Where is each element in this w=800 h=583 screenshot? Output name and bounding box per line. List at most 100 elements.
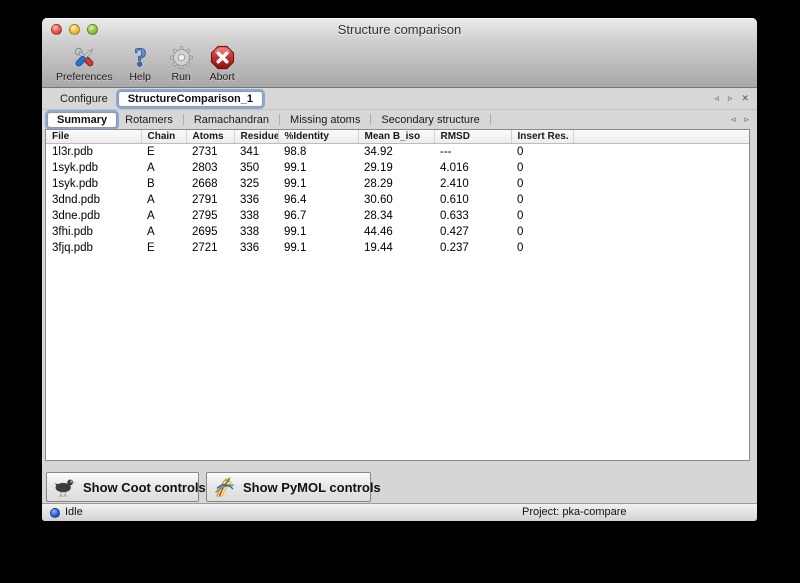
table-cell: 98.8 [278, 144, 358, 161]
pymol-ribbon-icon [213, 475, 237, 499]
column-header-rmsd[interactable]: RMSD [434, 130, 511, 144]
table-cell: 2731 [186, 144, 234, 161]
table-cell: 336 [234, 192, 278, 208]
subtab-missing-atoms[interactable]: Missing atoms [282, 114, 368, 126]
titlebar[interactable]: Structure comparison [42, 18, 757, 42]
tab-next-icon[interactable]: ▹ [728, 94, 733, 103]
toolbar-button-label: Help [129, 71, 151, 83]
toolbar-button-preferences[interactable]: Preferences [49, 42, 120, 83]
secondary-tab-bar: SummaryRotamers Ramachandran Missing atoms… [42, 110, 757, 129]
subtab-rotamers[interactable]: Rotamers [117, 114, 181, 126]
abort-stop-icon [209, 44, 236, 71]
table-row[interactable]: 1syk.pdbB266832599.128.292.4100 [46, 176, 749, 192]
table-row[interactable]: 1syk.pdbA280335099.129.194.0160 [46, 160, 749, 176]
table-cell: 0 [511, 160, 573, 176]
table-row[interactable]: 3fhi.pdbA269533899.144.460.4270 [46, 224, 749, 240]
table-cell [573, 160, 749, 176]
table-cell [573, 240, 749, 256]
table-cell: 0.633 [434, 208, 511, 224]
table-cell: 338 [234, 208, 278, 224]
table-cell: E [141, 144, 186, 161]
table-cell: 2795 [186, 208, 234, 224]
subtab-ramachandran[interactable]: Ramachandran [186, 114, 277, 126]
table-cell: 338 [234, 224, 278, 240]
tab-separator [370, 114, 371, 125]
table-cell: 28.29 [358, 176, 434, 192]
table-row[interactable]: 1l3r.pdbE273134198.834.92---0 [46, 144, 749, 161]
tab-prev-icon[interactable]: ◃ [714, 94, 719, 103]
subtab-secondary-structure[interactable]: Secondary structure [373, 114, 487, 126]
status-text: Idle [65, 504, 83, 521]
table-row[interactable]: 3dne.pdbA279533896.728.340.6330 [46, 208, 749, 224]
toolbar-button-help[interactable]: ?Help [120, 42, 161, 83]
table-cell: 1syk.pdb [46, 176, 141, 192]
table-cell: E [141, 240, 186, 256]
subtab-summary[interactable]: Summary [47, 112, 117, 128]
column-header-atoms[interactable]: Atoms [186, 130, 234, 144]
show-pymol-controls-button[interactable]: Show PyMOL controls [206, 472, 371, 502]
toolbar-button-run[interactable]: Run [161, 42, 202, 83]
column-header-insert-res[interactable]: Insert Res. [511, 130, 573, 144]
table-cell: 3fhi.pdb [46, 224, 141, 240]
toolbar-button-label: Run [171, 71, 190, 83]
table-cell: 0 [511, 224, 573, 240]
toolbar-button-label: Preferences [56, 71, 113, 83]
project-label: Project: pka-compare [522, 504, 627, 521]
svg-text:?: ? [134, 44, 147, 71]
table-cell: 0 [511, 208, 573, 224]
show-coot-controls-button[interactable]: Show Coot controls [46, 472, 199, 502]
table-cell: 2668 [186, 176, 234, 192]
tab-close-icon[interactable]: ✕ [741, 94, 749, 103]
table-cell: 2803 [186, 160, 234, 176]
table-row[interactable]: 3fjq.pdbE272133699.119.440.2370 [46, 240, 749, 256]
table-cell: 3fjq.pdb [46, 240, 141, 256]
table-cell: 1syk.pdb [46, 160, 141, 176]
tab-separator [490, 114, 491, 125]
tab-separator [279, 114, 280, 125]
subtab-prev-icon[interactable]: ◃ [731, 115, 736, 124]
column-header-file[interactable]: File [46, 130, 141, 144]
table-cell: 2791 [186, 192, 234, 208]
coot-bird-icon [53, 475, 77, 499]
tab-separator [183, 114, 184, 125]
table-cell: 325 [234, 176, 278, 192]
table-cell: 99.1 [278, 240, 358, 256]
status-indicator-icon [50, 508, 60, 518]
table-cell: 3dne.pdb [46, 208, 141, 224]
toolbar-button-abort[interactable]: Abort [202, 42, 243, 83]
controls-button-bar: Show Coot controlsShow PyMOL controls [42, 461, 757, 503]
table-cell: 96.4 [278, 192, 358, 208]
table-cell: 3dnd.pdb [46, 192, 141, 208]
table-cell: 30.60 [358, 192, 434, 208]
column-header-identity[interactable]: %Identity [278, 130, 358, 144]
table-cell: 2721 [186, 240, 234, 256]
column-header-chain[interactable]: Chain [141, 130, 186, 144]
tab-structurecomparison-1[interactable]: StructureComparison_1 [118, 91, 263, 107]
button-label: Show PyMOL controls [243, 480, 381, 495]
table-cell: 0 [511, 176, 573, 192]
primary-tab-bar: ConfigureStructureComparison_1 ◃ ▹ ✕ [42, 88, 757, 110]
summary-table: FileChainAtomsResidues%IdentityMean B_is… [46, 130, 749, 256]
table-row[interactable]: 3dnd.pdbA279133696.430.600.6100 [46, 192, 749, 208]
table-cell: 2.410 [434, 176, 511, 192]
table-cell: 0.237 [434, 240, 511, 256]
table-cell: 0.610 [434, 192, 511, 208]
button-label: Show Coot controls [83, 480, 206, 495]
tab-configure[interactable]: Configure [52, 93, 116, 105]
table-cell: 2695 [186, 224, 234, 240]
column-header-residues[interactable]: Residues [234, 130, 278, 144]
table-cell: --- [434, 144, 511, 161]
window-title: Structure comparison [42, 18, 757, 42]
column-header-blank[interactable] [573, 130, 749, 144]
table-cell [573, 144, 749, 161]
table-cell: B [141, 176, 186, 192]
toolbar-button-label: Abort [210, 71, 235, 83]
status-bar: Idle Project: pka-compare [42, 503, 757, 521]
table-cell: 29.19 [358, 160, 434, 176]
subtab-next-icon[interactable]: ▹ [744, 115, 749, 124]
table-cell: 336 [234, 240, 278, 256]
table-cell: 96.7 [278, 208, 358, 224]
table-cell: 0 [511, 192, 573, 208]
table-cell [573, 224, 749, 240]
column-header-mean-b-iso[interactable]: Mean B_iso [358, 130, 434, 144]
